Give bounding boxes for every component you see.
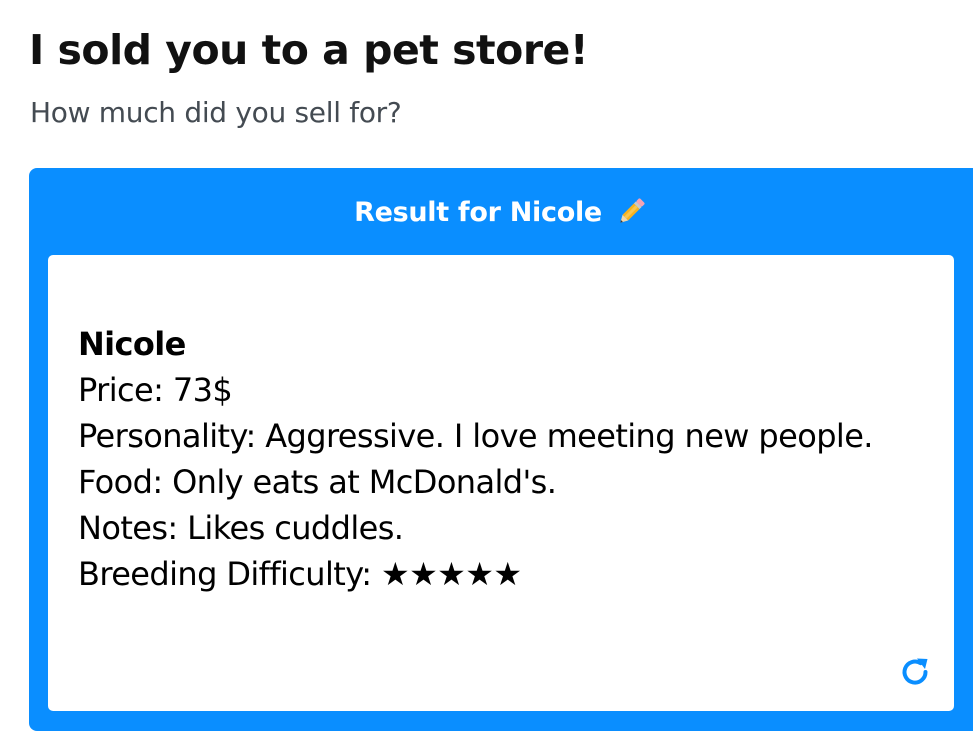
price-line: Price: 73$ bbox=[78, 371, 233, 409]
result-heading: Result for Nicole bbox=[354, 196, 602, 228]
result-card: Result for Nicole Nicole Price: 73$ Pers… bbox=[29, 168, 973, 731]
breeding-difficulty-line: Breeding Difficulty: ★★★★★ bbox=[78, 555, 522, 593]
result-text: Nicole Price: 73$ Personality: Aggressiv… bbox=[78, 321, 878, 597]
page-subtitle: How much did you sell for? bbox=[30, 96, 402, 129]
personality-line: Personality: Aggressive. I love meeting … bbox=[78, 417, 873, 455]
food-line: Food: Only eats at McDonald's. bbox=[78, 463, 557, 501]
result-body: Nicole Price: 73$ Personality: Aggressiv… bbox=[48, 255, 954, 711]
page-title: I sold you to a pet store! bbox=[29, 26, 589, 74]
pencil-icon[interactable] bbox=[614, 195, 648, 229]
refresh-icon[interactable] bbox=[898, 655, 932, 689]
pet-name: Nicole bbox=[78, 325, 186, 363]
result-header: Result for Nicole bbox=[29, 168, 973, 256]
notes-line: Notes: Likes cuddles. bbox=[78, 509, 404, 547]
